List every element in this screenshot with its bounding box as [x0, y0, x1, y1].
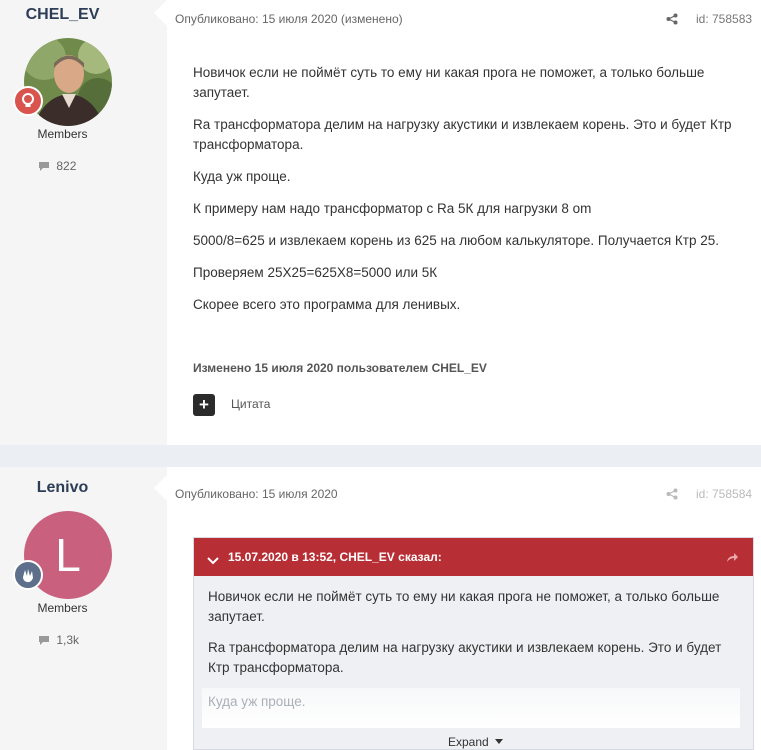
edited-note: Изменено 15 июля 2020 пользователем CHEL… [193, 361, 487, 375]
post-count-value: 822 [56, 159, 77, 173]
chevron-down-icon[interactable] [207, 552, 219, 570]
author-name[interactable]: Lenivo [0, 479, 125, 497]
quote-paragraph: Новичок если не поймёт суть то ему ни ка… [208, 589, 720, 624]
post-body: Новичок если не поймёт суть то ему ни ка… [193, 63, 733, 327]
author-notch [154, 475, 167, 501]
author-panel: Lenivo L Members 1,3k [0, 467, 167, 750]
author-panel: CHEL_EV Members 822 [0, 0, 167, 445]
quote-header-text[interactable]: 15.07.2020 в 13:52, CHEL_EV сказал: [228, 550, 442, 564]
post-paragraph: К примеру нам надо трансформатор с Ra 5К… [193, 201, 592, 216]
post-date[interactable]: Опубликовано: 15 июля 2020 [175, 487, 338, 501]
post-id[interactable]: id: 758583 [696, 12, 752, 26]
quote-body: Новичок если не поймёт суть то ему ни ка… [208, 587, 728, 689]
author-notch [154, 0, 167, 26]
post-paragraph: 5000/8=625 и извлекаем корень из 625 на … [193, 233, 719, 248]
post-paragraph: Скорее всего это программа для ленивых. [193, 297, 461, 312]
post-paragraph: Ra трансформатора делим на нагрузку акус… [193, 117, 732, 152]
plus-icon[interactable]: + [193, 394, 215, 416]
expand-button[interactable]: Expand [448, 735, 504, 749]
reply-arrow-icon[interactable] [726, 550, 739, 568]
author-name[interactable]: CHEL_EV [0, 6, 125, 24]
quote-block: 15.07.2020 в 13:52, CHEL_EV сказал: Нови… [193, 537, 754, 750]
post-paragraph: Куда уж проще. [193, 169, 291, 184]
post-chel-ev: CHEL_EV Members 822 Опубликовано: 15 июл… [0, 0, 761, 445]
post-date[interactable]: Опубликовано: 15 июля 2020 (изменено) [175, 12, 403, 26]
post-paragraph: Новичок если не поймёт суть то ему ни ка… [193, 65, 705, 100]
caret-down-icon[interactable] [492, 735, 504, 749]
post-paragraph: Проверяем 25Х25=625Х8=5000 или 5К [193, 265, 438, 280]
quote-paragraph: Ra трансформатора делим на нагрузку акус… [208, 640, 722, 675]
comment-icon [38, 633, 56, 647]
quote-button[interactable]: Цитата [231, 397, 270, 411]
wave-hand-icon [13, 560, 43, 590]
quote-header[interactable]: 15.07.2020 в 13:52, CHEL_EV сказал: [194, 538, 753, 576]
post-id[interactable]: id: 758584 [696, 487, 752, 501]
post-separator [0, 445, 761, 467]
quote-fade: Куда уж проще. [202, 688, 740, 728]
post-count-value: 1,3k [56, 633, 80, 647]
expand-label[interactable]: Expand [448, 735, 489, 749]
user-group: Members [37, 127, 88, 141]
share-icon[interactable] [666, 12, 678, 30]
post-lenivo: Lenivo L Members 1,3k Опубликовано: 15 и… [0, 467, 761, 750]
comment-icon [38, 159, 56, 173]
share-icon[interactable] [666, 487, 678, 505]
lightbulb-icon [13, 86, 43, 116]
quote-faded-text: Куда уж проще. [208, 694, 306, 709]
post-count: 822 [38, 159, 76, 173]
post-count: 1,3k [38, 633, 79, 647]
user-group: Members [37, 601, 88, 615]
